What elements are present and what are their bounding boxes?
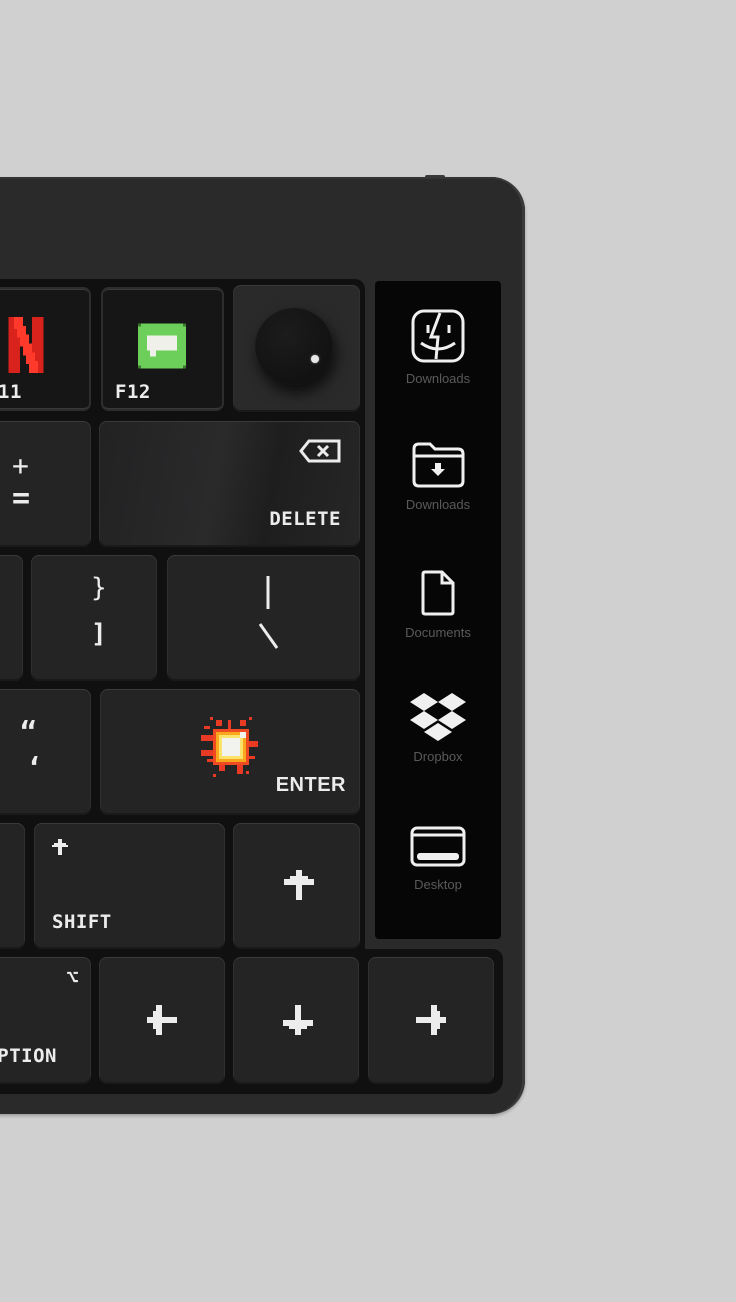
knob-indicator [311, 355, 319, 363]
messages-icon [138, 323, 186, 369]
quote-key-bottom: ‘ [26, 751, 44, 784]
f12-label: F12 [115, 381, 151, 403]
enter-key[interactable]: ENTER [100, 689, 360, 815]
shift-arrow-icon [52, 839, 68, 855]
equals-key-bottom: = [12, 481, 31, 516]
finder-icon [411, 309, 465, 363]
explosion-icon [201, 717, 258, 777]
option-key[interactable]: ⌥ PTION [0, 957, 91, 1084]
panel-item-label: Downloads [405, 497, 471, 512]
z-key-partial[interactable] [0, 823, 25, 949]
desktop-icon [410, 826, 466, 867]
panel-item-finder[interactable]: Downloads [375, 309, 501, 386]
f11-key[interactable]: 11 [0, 287, 91, 411]
option-symbol: ⌥ [66, 965, 79, 989]
panel-item-label: Desktop [414, 877, 462, 892]
backslash-key[interactable]: | \ [167, 555, 360, 681]
enter-label: ENTER [275, 774, 346, 796]
bracket-key-top: } [91, 573, 108, 603]
shift-label: SHIFT [52, 911, 112, 933]
panel-item-downloads[interactable]: Downloads [375, 441, 501, 512]
option-label: PTION [0, 1045, 57, 1067]
equals-key-top: + [12, 449, 30, 482]
downloads-folder-icon [412, 442, 465, 488]
arrow-down-icon [283, 1005, 313, 1035]
bracket-key[interactable]: } ] [31, 555, 157, 681]
quote-key[interactable]: “ ‘ [0, 689, 91, 815]
equals-key[interactable]: + = [0, 421, 91, 547]
delete-key[interactable]: DELETE [99, 421, 360, 547]
arrow-left-icon [147, 1005, 177, 1035]
panel-item-label: Documents [405, 625, 471, 640]
arrow-left-key[interactable] [99, 957, 225, 1084]
backslash-key-glyphs [258, 576, 279, 649]
panel-item-dropbox[interactable]: Dropbox [375, 691, 501, 764]
bracket-key-bottom: ] [91, 619, 108, 649]
arrow-up-icon [284, 870, 314, 900]
volume-knob[interactable] [255, 307, 333, 385]
netflix-icon [8, 317, 44, 373]
panel-item-label: Dropbox [413, 749, 463, 764]
arrow-right-icon [416, 1005, 446, 1035]
shortcut-panel: Downloads Downloads Documents Dropbox De… [375, 281, 501, 939]
arrow-down-key[interactable] [233, 957, 359, 1084]
f11-label: 11 [0, 381, 22, 403]
delete-label: DELETE [269, 508, 341, 530]
dropbox-icon [410, 693, 466, 741]
knob-key[interactable] [233, 285, 360, 412]
panel-item-documents[interactable]: Documents [375, 569, 501, 640]
shift-key[interactable]: SHIFT [34, 823, 225, 949]
panel-item-label: Downloads [405, 371, 471, 386]
backspace-icon [299, 439, 341, 463]
arrow-up-key[interactable] [233, 823, 360, 949]
semicolon-key-partial[interactable] [0, 555, 23, 681]
quote-key-top: “ [20, 715, 38, 748]
panel-item-desktop[interactable]: Desktop [375, 825, 501, 892]
document-icon [421, 570, 455, 616]
f12-key[interactable]: F12 [101, 287, 224, 411]
arrow-right-key[interactable] [368, 957, 494, 1084]
